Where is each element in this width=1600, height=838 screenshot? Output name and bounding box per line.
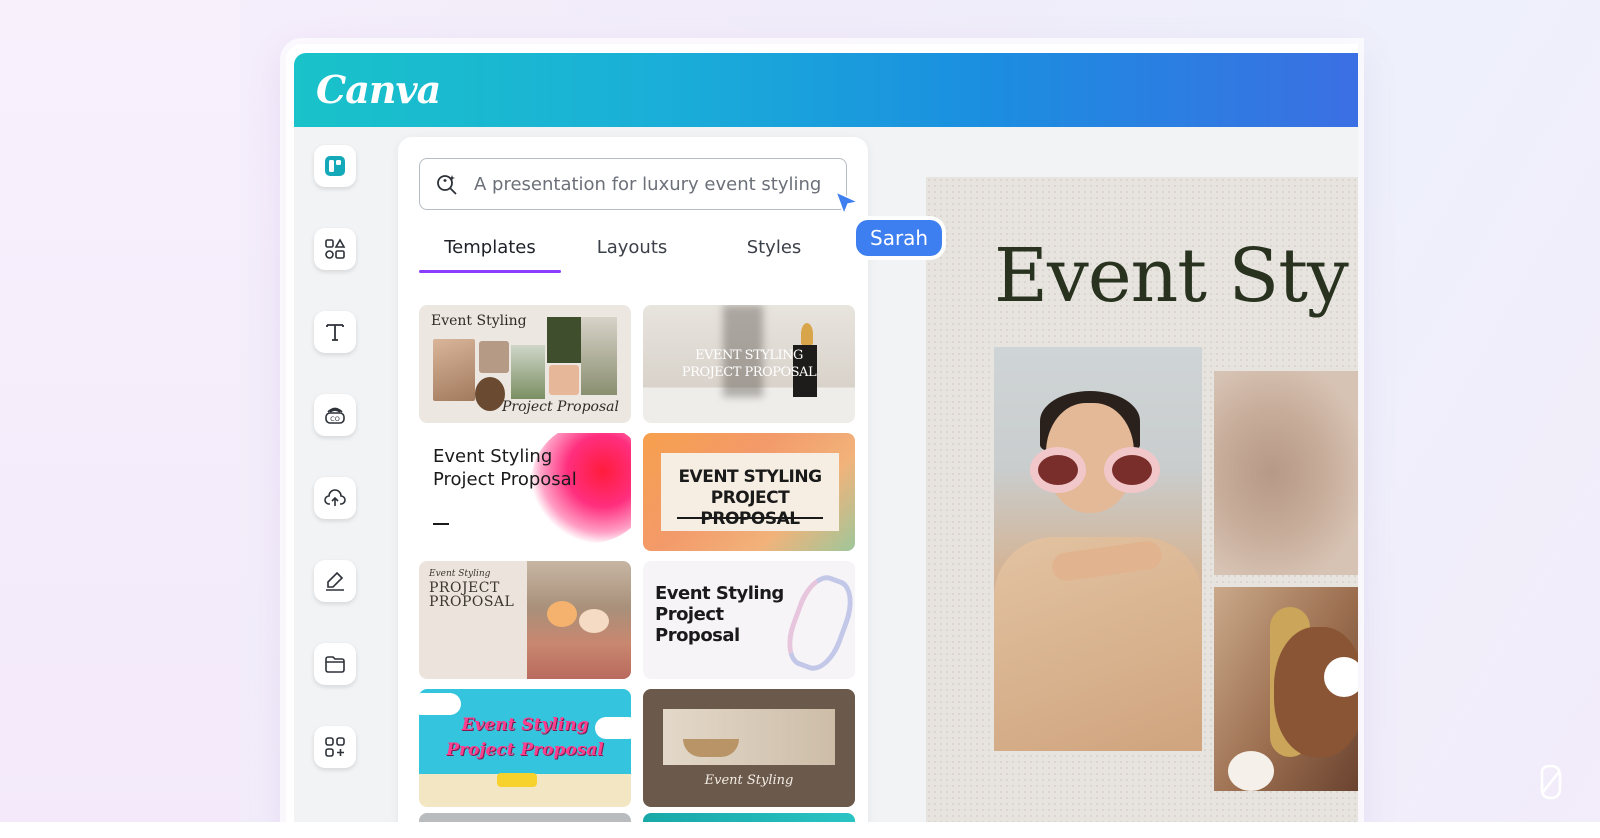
card-title-line: Event Styling	[461, 715, 589, 735]
collaborator-cursor-icon	[834, 190, 860, 216]
magic-search-icon	[437, 175, 457, 195]
card-title: PROJECT PROPOSAL	[429, 581, 514, 609]
card-title-line: EVENT STYLING	[678, 467, 822, 487]
svg-text:CO: CO	[330, 415, 340, 423]
card-graphic	[778, 568, 855, 678]
top-bar: Canva	[294, 53, 1358, 127]
card-title-line: Project Proposal	[446, 740, 604, 760]
card-photo	[547, 601, 577, 627]
brand-watermark-icon	[1540, 764, 1562, 800]
card-kicker: Event Styling	[429, 569, 491, 579]
bottom-edge	[0, 822, 1600, 838]
template-card-3[interactable]: Event Styling Project Proposal	[419, 433, 631, 551]
upload-cloud-icon	[324, 489, 346, 506]
card-title-line: PROPOSAL	[429, 594, 515, 610]
card-photo	[433, 339, 475, 401]
sidebar-item-brand[interactable]: CO	[314, 394, 356, 436]
photo-detail	[1104, 447, 1160, 493]
card-title: Event Styling	[704, 773, 794, 788]
card-photo	[511, 345, 545, 399]
sidebar-item-projects[interactable]	[314, 643, 356, 685]
card-divider	[677, 517, 823, 519]
canvas-photo-portrait[interactable]	[994, 347, 1202, 751]
sidebar-item-elements[interactable]	[314, 228, 356, 270]
card-photo	[549, 365, 579, 395]
card-title-line: Proposal	[655, 625, 740, 646]
design-icon	[325, 156, 345, 176]
card-title: Event Styling Project Proposal	[433, 445, 577, 491]
card-title-line: Event Styling	[433, 446, 553, 467]
elements-icon	[325, 238, 346, 259]
card-title-line: PROJECT PROPOSAL	[700, 488, 800, 529]
card-photo	[547, 317, 581, 363]
search-input[interactable]	[474, 173, 834, 195]
canvas-title[interactable]: Event Sty	[994, 233, 1349, 319]
photo-detail	[1030, 447, 1086, 493]
card-title: EVENT STYLING PROJECT PROPOSAL	[643, 347, 855, 381]
sidebar-item-draw[interactable]	[314, 560, 356, 602]
tab-layouts[interactable]: Layouts	[561, 233, 703, 273]
apps-icon	[325, 737, 345, 757]
card-subtitle: Project Proposal	[501, 399, 619, 415]
card-photo	[581, 317, 617, 395]
sidebar-item-text[interactable]	[314, 311, 356, 353]
template-card-5[interactable]: Event Styling PROJECT PROPOSAL	[419, 561, 631, 679]
collaborator-name-tag: Sarah	[856, 220, 943, 256]
search-box[interactable]	[419, 158, 847, 210]
card-title-line: EVENT STYLING	[695, 348, 803, 363]
sidebar-item-design[interactable]	[314, 145, 356, 187]
photo-detail	[1324, 657, 1358, 697]
card-graphic	[497, 773, 537, 787]
card-title: Event Styling Project Proposal	[655, 583, 784, 646]
template-grid: Event Styling Project Proposal EVENT STY…	[419, 305, 855, 807]
card-title-line: Project Proposal	[433, 469, 577, 490]
card-title: Event Styling Project Proposal	[419, 713, 631, 763]
text-icon	[326, 324, 344, 341]
tab-templates[interactable]: Templates	[419, 233, 561, 273]
sidebar-item-apps[interactable]	[314, 726, 356, 768]
folder-icon	[325, 656, 345, 673]
card-title-line: PROJECT PROPOSAL	[681, 365, 817, 380]
brand-icon: CO	[325, 407, 345, 424]
card-title: EVENT STYLING PROJECT PROPOSAL	[661, 467, 839, 530]
canvas-photo-texture[interactable]	[1214, 371, 1358, 575]
card-photo	[475, 377, 505, 411]
card-title-line: Event Styling	[655, 583, 784, 604]
card-photo	[479, 341, 509, 373]
sidebar-item-uploads[interactable]	[314, 477, 356, 519]
tab-styles[interactable]: Styles	[703, 233, 845, 273]
canvas-photo-flowers[interactable]	[1214, 587, 1358, 791]
template-card-6[interactable]: Event Styling Project Proposal	[643, 561, 855, 679]
card-photo	[663, 709, 835, 765]
draw-icon	[326, 571, 344, 591]
templates-panel: Templates Layouts Styles Event Styling P…	[398, 137, 868, 838]
card-divider	[433, 523, 449, 525]
card-title-line: Project	[655, 604, 724, 625]
design-canvas[interactable]: Event Sty	[926, 177, 1358, 827]
panel-tabs: Templates Layouts Styles	[419, 233, 847, 273]
template-card-1[interactable]: Event Styling Project Proposal	[419, 305, 631, 423]
backdrop	[0, 0, 240, 838]
template-card-8[interactable]: Event Styling	[643, 689, 855, 807]
photo-detail	[1228, 751, 1274, 791]
card-photo	[801, 323, 813, 345]
template-card-7[interactable]: Event Styling Project Proposal	[419, 689, 631, 807]
canva-logo[interactable]: Canva	[316, 67, 441, 112]
template-card-2[interactable]: EVENT STYLING PROJECT PROPOSAL	[643, 305, 855, 423]
card-photo	[579, 609, 609, 633]
side-rail: CO	[314, 145, 358, 809]
card-graphic	[419, 693, 461, 715]
template-card-4[interactable]: EVENT STYLING PROJECT PROPOSAL	[643, 433, 855, 551]
card-title: Event Styling	[431, 313, 527, 329]
